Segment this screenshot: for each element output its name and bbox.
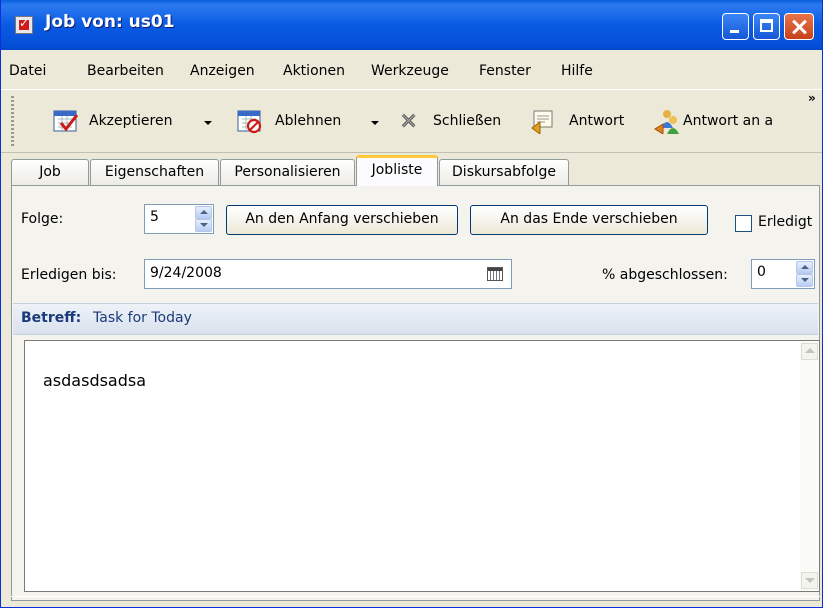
sequence-label: Folge: — [21, 211, 64, 227]
due-date-field[interactable]: 9/24/2008 — [144, 259, 512, 289]
minimize-button[interactable] — [722, 13, 749, 40]
task-app-icon[interactable] — [15, 16, 33, 34]
calendar-icon[interactable] — [487, 267, 503, 281]
maximize-button[interactable] — [753, 13, 780, 40]
toolbar: Akzeptieren Ablehnen Schließen Antwort A… — [1, 89, 822, 153]
reply-label: Antwort — [569, 113, 625, 129]
decline-label: Ablehnen — [275, 113, 342, 129]
subject-value: Task for Today — [93, 310, 192, 326]
job-window: Job von: us01 Datei Bearbeiten Anzeigen … — [0, 0, 823, 608]
menu-hilfe[interactable]: Hilfe — [561, 63, 593, 79]
tab-eigenschaften[interactable]: Eigenschaften — [90, 159, 219, 185]
percent-complete-label: % abgeschlossen: — [602, 267, 728, 283]
toolbar-grip[interactable] — [11, 96, 14, 146]
menu-werkzeuge[interactable]: Werkzeuge — [371, 63, 449, 79]
accept-label: Akzeptieren — [89, 113, 173, 129]
menu-anzeigen[interactable]: Anzeigen — [190, 63, 255, 79]
status-bar — [11, 596, 820, 607]
tab-job[interactable]: Job — [11, 159, 89, 185]
subject-bar: Betreff: Task for Today — [13, 303, 818, 335]
title-bar[interactable]: Job von: us01 — [1, 0, 822, 50]
tab-diskursabfolge[interactable]: Diskursabfolge — [439, 159, 569, 185]
percent-complete-value: 0 — [757, 264, 766, 280]
vertical-scrollbar[interactable] — [800, 341, 819, 591]
accept-dropdown-arrow[interactable] — [204, 121, 212, 125]
percent-down-arrow[interactable] — [796, 274, 813, 287]
reply-icon — [531, 110, 553, 134]
sequence-value: 5 — [150, 209, 159, 225]
scroll-down-arrow[interactable] — [801, 572, 818, 589]
menu-bearbeiten[interactable]: Bearbeiten — [87, 63, 164, 79]
due-date-value: 9/24/2008 — [150, 265, 222, 281]
toolbar-overflow-button[interactable]: » — [808, 91, 816, 105]
move-to-top-button[interactable]: An den Anfang verschieben — [226, 205, 458, 235]
tab-strip: Job Eigenschaften Personalisieren Joblis… — [1, 155, 822, 186]
sequence-down-arrow[interactable] — [195, 219, 212, 232]
move-to-end-button[interactable]: An das Ende verschieben — [470, 205, 708, 235]
calendar-decline-icon — [237, 110, 262, 134]
sequence-up-arrow[interactable] — [195, 206, 212, 219]
message-text: asdasdsadsa — [43, 371, 147, 390]
subject-label: Betreff: — [21, 310, 82, 326]
done-checkbox[interactable] — [735, 215, 752, 232]
window-title: Job von: us01 — [45, 12, 175, 32]
tab-jobliste[interactable]: Jobliste — [356, 155, 438, 186]
due-date-label: Erledigen bis: — [21, 267, 117, 283]
close-label: Schließen — [433, 113, 502, 129]
menu-bar: Datei Bearbeiten Anzeigen Aktionen Werkz… — [1, 60, 822, 84]
percent-up-arrow[interactable] — [796, 261, 813, 274]
menu-aktionen[interactable]: Aktionen — [283, 63, 345, 79]
close-x-icon — [401, 113, 416, 128]
scroll-up-arrow[interactable] — [801, 343, 818, 360]
reply-to-label: Antwort an a — [683, 113, 774, 129]
menu-fenster[interactable]: Fenster — [479, 63, 531, 79]
calendar-check-icon — [53, 110, 79, 132]
tab-personalisieren[interactable]: Personalisieren — [220, 159, 355, 185]
menu-datei[interactable]: Datei — [9, 63, 46, 79]
decline-dropdown-arrow[interactable] — [371, 121, 379, 125]
message-body[interactable]: asdasdsadsa — [24, 340, 820, 592]
percent-complete-spinner[interactable]: 0 — [751, 259, 815, 289]
done-label[interactable]: Erledigt — [758, 214, 812, 230]
close-window-button[interactable] — [784, 13, 814, 40]
sequence-spinner[interactable]: 5 — [144, 204, 214, 234]
reply-users-icon — [654, 110, 679, 134]
